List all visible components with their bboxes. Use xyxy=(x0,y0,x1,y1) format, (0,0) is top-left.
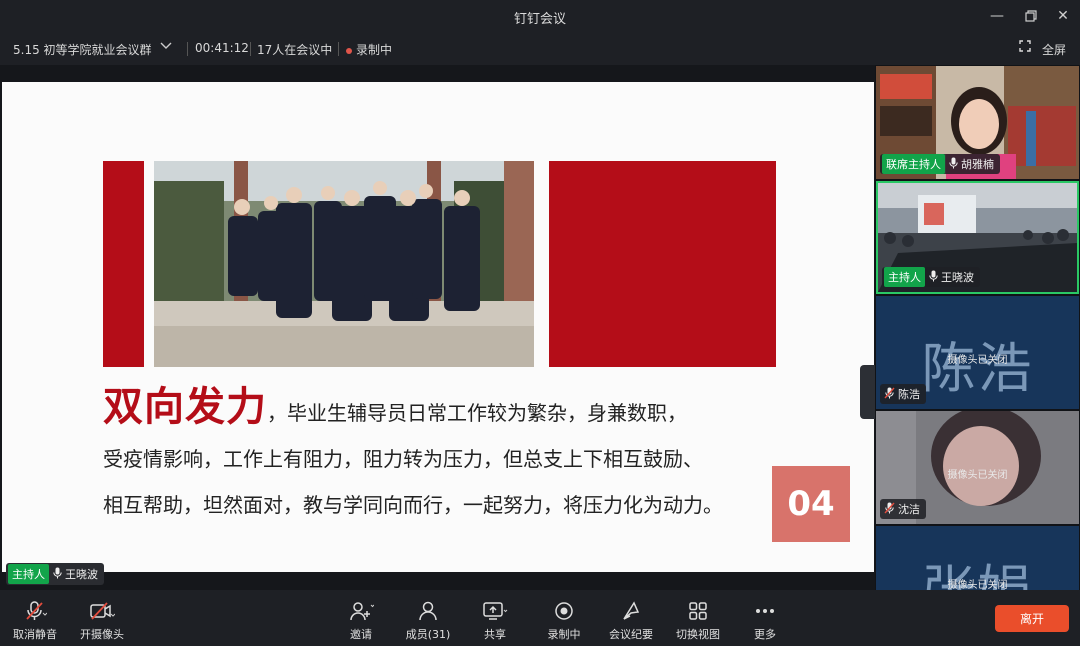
slide-headline: 双向发力 xyxy=(103,384,267,430)
add-user-icon xyxy=(329,600,393,622)
mic-icon xyxy=(929,270,938,285)
chevron-down-icon[interactable] xyxy=(160,39,172,54)
camera-off-status: 摄像头已关闭 xyxy=(947,580,1008,590)
meeting-duration: 00:41:12 xyxy=(195,41,249,55)
camera-off-icon xyxy=(70,600,134,622)
participant-label: 沈洁 xyxy=(880,499,926,519)
cohost-badge: 联席主持人 xyxy=(882,154,945,174)
camera-button[interactable]: 开摄像头 xyxy=(70,600,134,642)
unmute-button[interactable]: 取消静音 xyxy=(3,600,67,642)
mic-muted-icon xyxy=(884,502,895,517)
slide-line-2: 受疫情影响，工作上有阻力，阻力转为压力，但总支上下相互鼓励、 xyxy=(103,447,703,471)
participant-label: 联席主持人 胡雅楠 xyxy=(880,154,1000,174)
ai-minutes-icon xyxy=(599,600,663,622)
slide-line-3: 相互帮助，坦然面对，教与学同向而行，一起努力，将压力化为动力。 xyxy=(103,493,723,517)
mic-muted-icon xyxy=(884,387,895,402)
meeting-toolbar: 取消静音 开摄像头 邀请 成员(31) 共享 录制中 会议纪要 切换视图 更多 … xyxy=(0,590,1080,646)
leave-button[interactable]: 离开 xyxy=(995,605,1069,632)
camera-off-status: 摄像头已关闭 xyxy=(947,470,1008,481)
share-button[interactable]: 共享 xyxy=(463,600,527,642)
presentation-slide: 双向发力，毕业生辅导员日常工作较为繁杂，身兼数职， 受疫情影响，工作上有阻力，阻… xyxy=(2,82,874,572)
slide-line-1: ，毕业生辅导员日常工作较为繁杂，身兼数职， xyxy=(267,401,687,425)
host-badge: 主持人 xyxy=(8,564,49,584)
meeting-name[interactable]: 5.15 初等学院就业会议群 xyxy=(13,41,152,58)
participant-label: 主持人 王晓波 xyxy=(882,267,980,287)
minimize-icon[interactable]: — xyxy=(986,6,1008,26)
mic-muted-icon xyxy=(3,600,67,622)
meeting-info-bar: 5.15 初等学院就业会议群 00:41:12 17人在会议中 录制中 全屏 xyxy=(0,33,1080,65)
fullscreen-button[interactable]: 全屏 xyxy=(1042,41,1066,58)
minutes-button[interactable]: 会议纪要 xyxy=(599,600,663,642)
video-tile[interactable]: 张娟 摄像头已关闭 xyxy=(876,526,1079,590)
camera-off-status: 摄像头已关闭 xyxy=(947,355,1008,366)
recording-status: 录制中 xyxy=(346,41,392,58)
record-icon xyxy=(532,600,596,622)
video-tile-active[interactable]: 主持人 王晓波 xyxy=(876,181,1079,294)
participant-label: 陈浩 xyxy=(880,384,926,404)
grid-view-icon xyxy=(666,600,730,622)
more-icon xyxy=(733,600,797,622)
participant-count: 17人在会议中 xyxy=(257,43,333,57)
slide-number: 04 xyxy=(772,466,850,542)
presenter-name: 王晓波 xyxy=(65,568,98,581)
participant-name: 沈洁 xyxy=(898,503,920,516)
host-badge: 主持人 xyxy=(884,267,925,287)
record-button[interactable]: 录制中 xyxy=(532,600,596,642)
panel-collapse-handle[interactable] xyxy=(860,365,875,419)
switch-view-button[interactable]: 切换视图 xyxy=(666,600,730,642)
more-button[interactable]: 更多 xyxy=(733,600,797,642)
video-tile[interactable]: 联席主持人 胡雅楠 xyxy=(876,66,1079,179)
window-title: 钉钉会议 xyxy=(513,12,566,27)
participant-name: 王晓波 xyxy=(941,271,974,284)
members-button[interactable]: 成员(31) xyxy=(396,600,460,642)
share-screen-icon xyxy=(463,600,527,622)
record-dot-icon xyxy=(346,47,352,54)
restore-icon[interactable] xyxy=(1020,6,1042,26)
mic-icon xyxy=(949,157,958,172)
shared-screen: 双向发力，毕业生辅导员日常工作较为繁杂，身兼数职， 受疫情影响，工作上有阻力，阻… xyxy=(0,65,875,590)
mic-icon xyxy=(53,567,62,582)
video-panel: 联席主持人 胡雅楠 主持人 王晓波 陈浩 摄像头已关闭 陈浩 摄像头已关闭 沈洁… xyxy=(875,65,1080,590)
fullscreen-icon[interactable] xyxy=(1019,40,1031,55)
invite-button[interactable]: 邀请 xyxy=(329,600,393,642)
title-bar: 钉钉会议 — ✕ xyxy=(0,0,1080,33)
presenter-tag: 主持人 王晓波 xyxy=(6,563,104,585)
video-tile[interactable]: 陈浩 摄像头已关闭 陈浩 xyxy=(876,296,1079,409)
slide-text: 双向发力，毕业生辅导员日常工作较为繁杂，身兼数职， 受疫情影响，工作上有阻力，阻… xyxy=(103,384,783,528)
video-tile[interactable]: 摄像头已关闭 沈洁 xyxy=(876,411,1079,524)
slide-red-box xyxy=(549,161,776,367)
close-icon[interactable]: ✕ xyxy=(1052,6,1074,26)
group-photo xyxy=(154,161,534,367)
participant-name: 陈浩 xyxy=(898,388,920,401)
slide-red-bar xyxy=(103,161,144,367)
participant-name: 胡雅楠 xyxy=(961,158,994,171)
members-icon xyxy=(396,600,460,622)
